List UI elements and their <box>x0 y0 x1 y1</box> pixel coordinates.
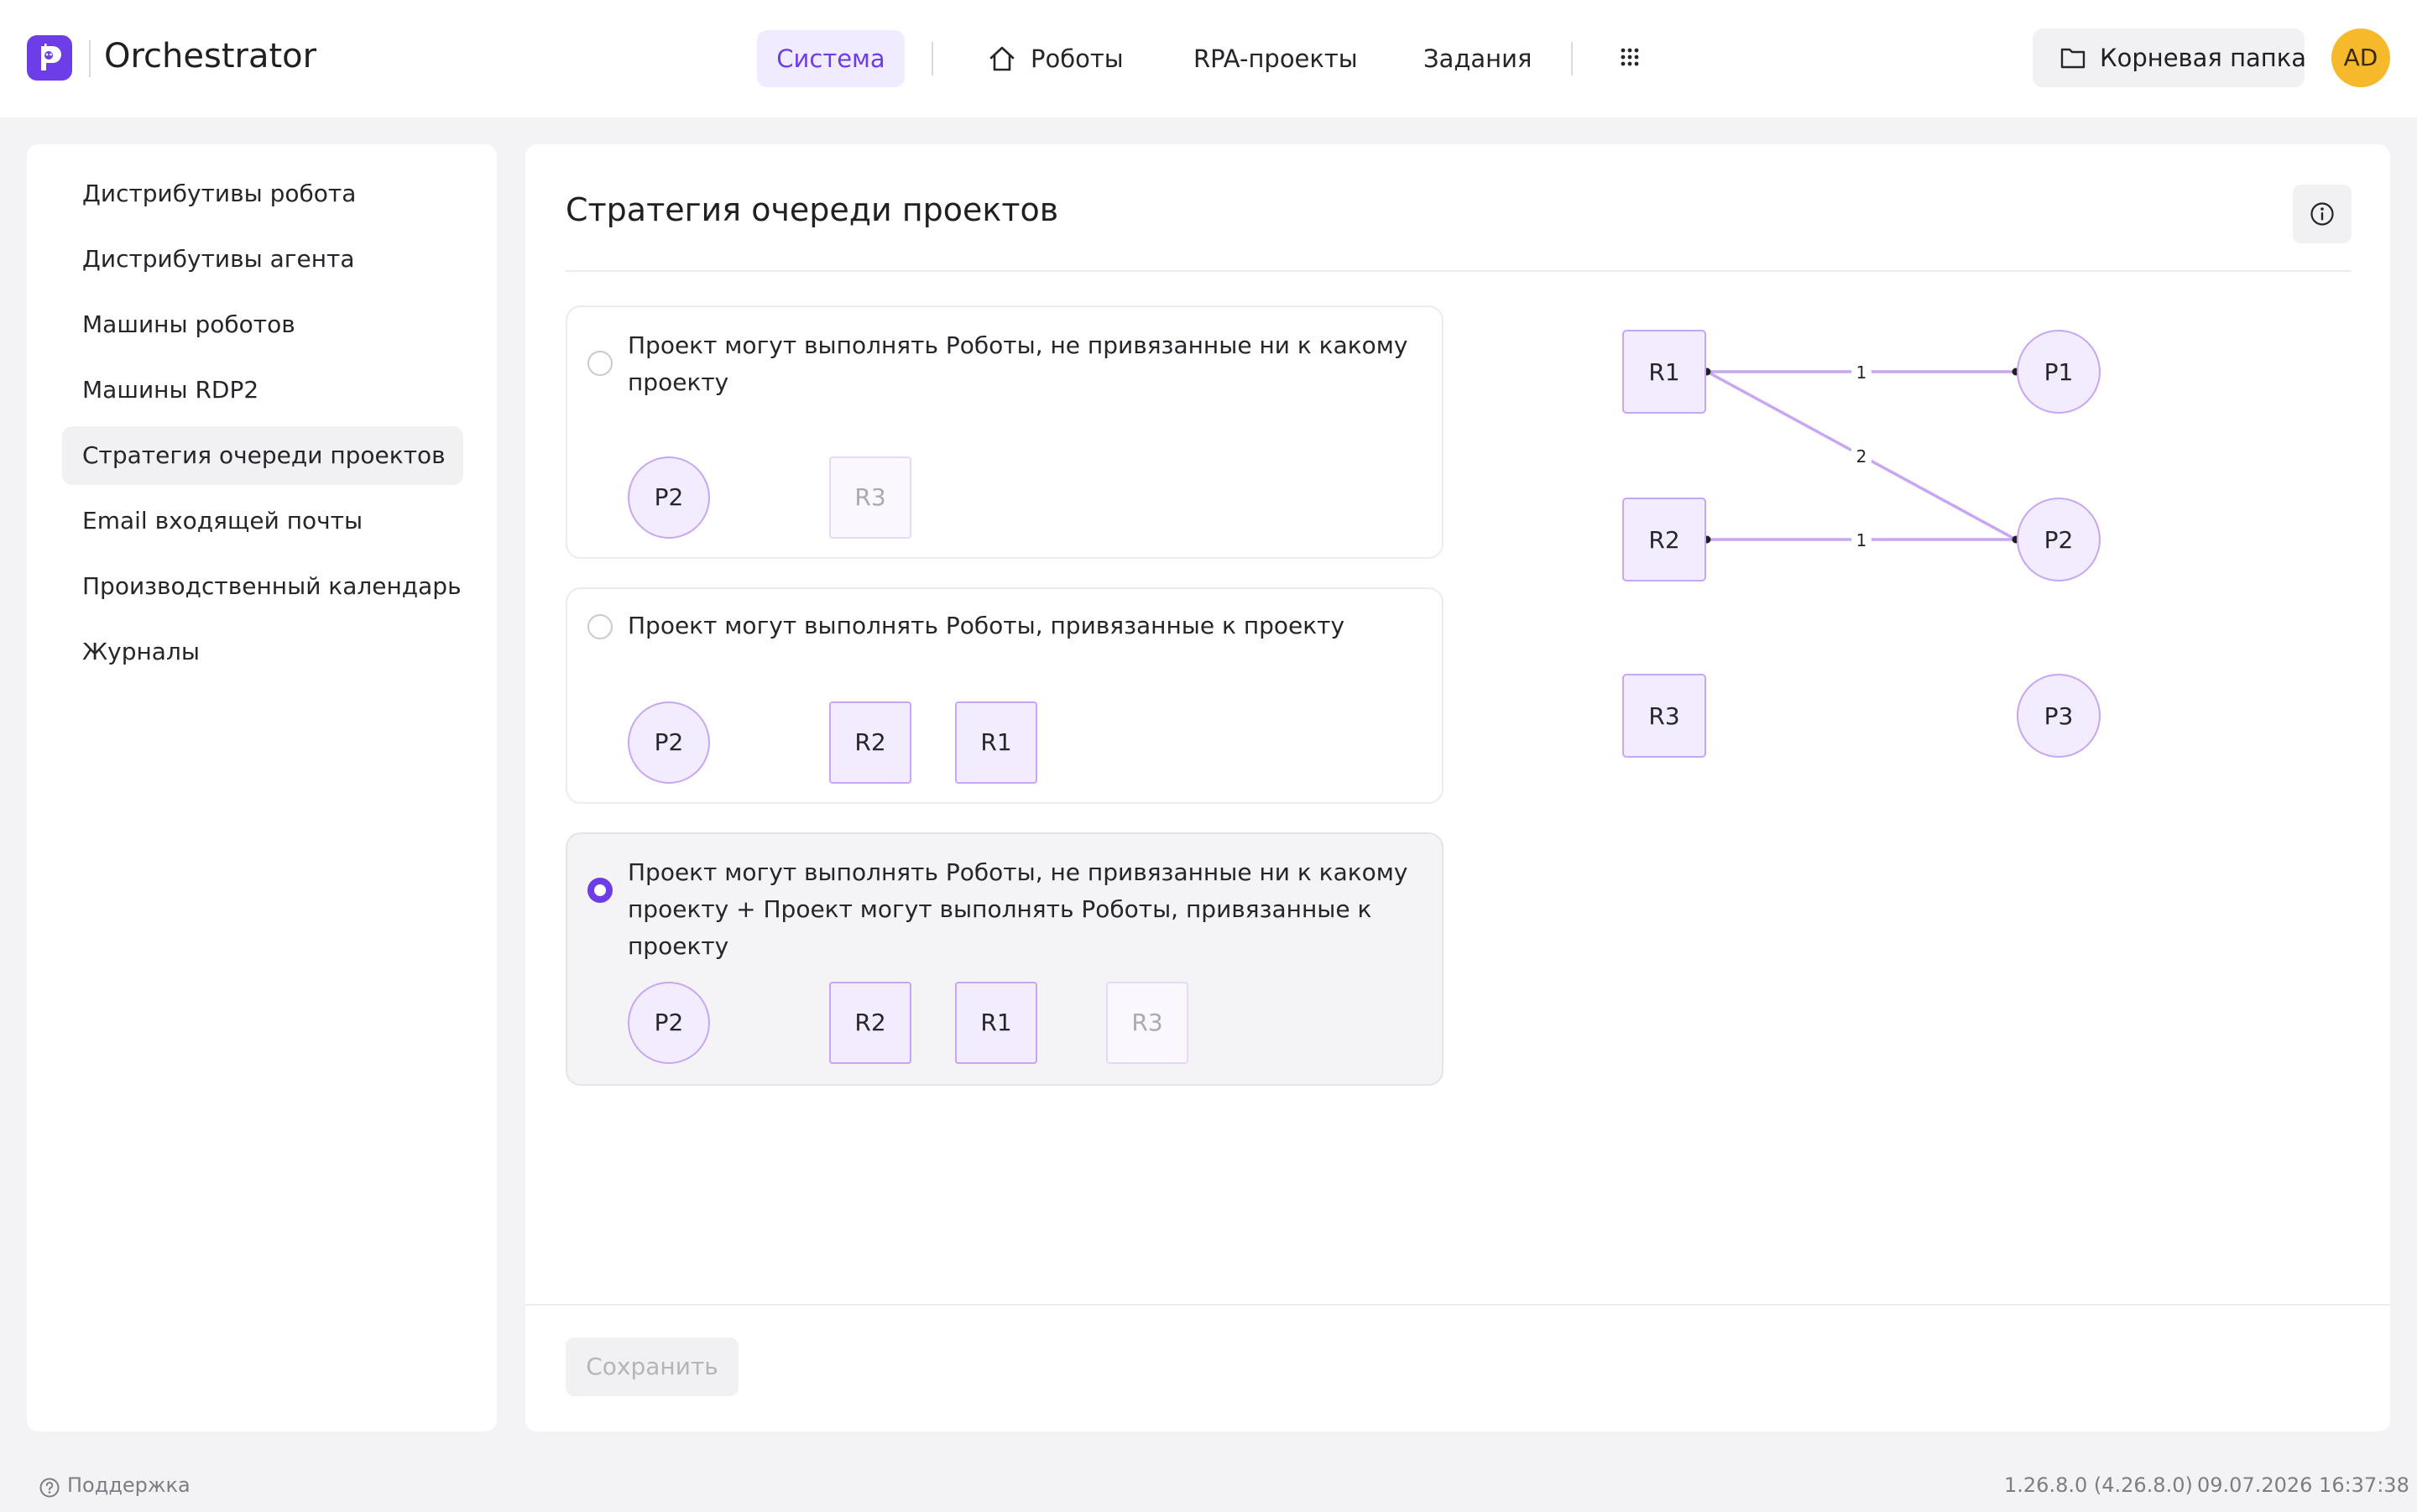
logo-divider <box>89 40 91 77</box>
nav-divider <box>932 42 933 76</box>
edge-label: 1 <box>1856 530 1867 550</box>
queue-graph: 1 2 1 R1 R2 R3 P1 P2 P3 <box>1622 330 2101 758</box>
home-icon <box>989 46 1015 71</box>
footer-divider <box>525 1304 2390 1306</box>
sidebar-item-production-calendar[interactable]: Производственный календарь <box>62 557 463 616</box>
robot-node: R1 <box>955 982 1037 1064</box>
robot-node: R3 <box>1106 982 1188 1064</box>
sidebar-item-robot-distributions[interactable]: Дистрибутивы робота <box>62 164 463 223</box>
grid-icon[interactable] <box>1620 47 1640 67</box>
nav-tab-tasks[interactable]: Задания <box>1423 30 1532 87</box>
nav-tab-system[interactable]: Система <box>757 30 905 87</box>
save-button[interactable]: Сохранить <box>566 1337 739 1396</box>
edge-label: 2 <box>1856 446 1867 467</box>
app-title: Orchestrator <box>104 37 317 76</box>
folder-icon <box>2060 48 2086 69</box>
project-node: P2 <box>628 982 710 1064</box>
top-bar: Orchestrator Система Роботы RPA-проекты … <box>0 0 2417 117</box>
graph-node-label: R2 <box>1648 526 1679 554</box>
graph-node-label: P2 <box>2044 526 2074 554</box>
graph-node-label: R3 <box>1648 702 1679 730</box>
version-text: 1.26.8.0 (4.26.8.0) <box>2004 1473 2193 1497</box>
nav-tab-rpa-projects[interactable]: RPA-проекты <box>1193 30 1358 87</box>
datetime-text: 09.07.2026 16:37:38 <box>2197 1473 2409 1497</box>
root-folder-label: Корневая папка <box>2100 44 2307 72</box>
help-circle-icon <box>39 1478 60 1498</box>
graph-node-label: R1 <box>1648 358 1679 386</box>
graph-node-label: P1 <box>2044 358 2074 386</box>
graph-node-label: P3 <box>2044 702 2074 730</box>
sidebar-item-inbound-email[interactable]: Email входящей почты <box>62 492 463 550</box>
edge-label: 1 <box>1856 362 1867 383</box>
robot-logo-icon[interactable] <box>27 35 72 81</box>
robot-node: R2 <box>829 982 911 1064</box>
sidebar-item-queue-strategy[interactable]: Стратегия очереди проектов <box>62 426 463 485</box>
support-label: Поддержка <box>67 1473 191 1497</box>
nav-divider <box>1571 42 1573 76</box>
nav-tab-robots-label: Роботы <box>1031 44 1124 73</box>
sidebar-item-agent-distributions[interactable]: Дистрибутивы агента <box>62 230 463 289</box>
root-folder-button[interactable]: Корневая папка <box>2033 29 2307 87</box>
settings-sidebar: Дистрибутивы робота Дистрибутивы агента … <box>27 144 497 1431</box>
sidebar-item-rdp2-machines[interactable]: Машины RDP2 <box>62 361 463 420</box>
main-panel: Стратегия очереди проектов Проект могут … <box>525 144 2390 1431</box>
user-avatar[interactable]: AD <box>2331 29 2390 87</box>
sidebar-item-logs[interactable]: Журналы <box>62 623 463 681</box>
sidebar-item-robot-machines[interactable]: Машины роботов <box>62 295 463 354</box>
